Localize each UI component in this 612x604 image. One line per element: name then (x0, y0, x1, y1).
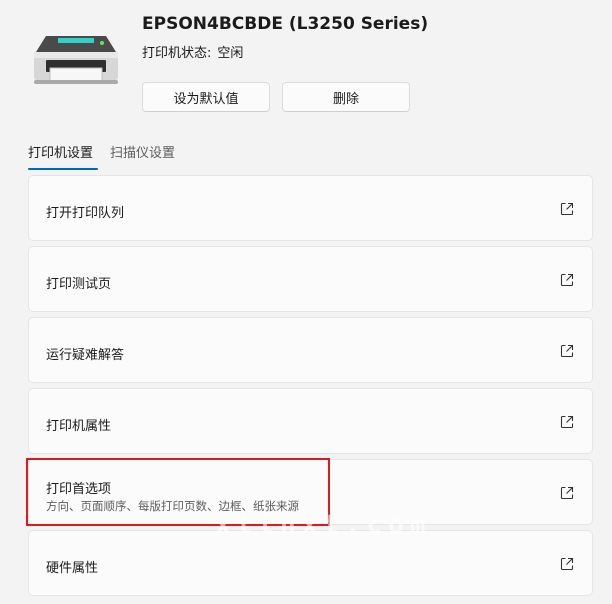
external-link-icon (560, 415, 574, 429)
setting-label: 打印首选项 (46, 482, 112, 497)
setting-print-test-page[interactable]: 打印测试页 (28, 246, 593, 312)
printer-name: EPSON4BCBDE (L3250 Series) (142, 14, 429, 34)
setting-label: 打印机属性 (46, 419, 112, 434)
setting-label: 打印测试页 (46, 277, 112, 292)
setting-run-troubleshooter[interactable]: 运行疑难解答 (28, 317, 593, 383)
remove-button[interactable]: 删除 (282, 82, 410, 112)
external-link-icon (560, 202, 574, 216)
printer-status-value: 空闲 (217, 46, 244, 61)
active-tab-indicator (28, 168, 98, 170)
tab-scanner-settings[interactable]: 扫描仪设置 (110, 142, 175, 161)
external-link-icon (560, 486, 574, 500)
watermark: xtlnxt.com (215, 510, 432, 540)
external-link-icon (560, 344, 574, 358)
printer-status-label: 打印机状态: (142, 46, 212, 61)
external-link-icon (560, 557, 574, 571)
setting-open-print-queue[interactable]: 打开打印队列 (28, 175, 593, 241)
setting-label: 运行疑难解答 (46, 348, 125, 363)
printer-icon (32, 30, 120, 88)
external-link-icon (560, 273, 574, 287)
printer-status: 打印机状态: 空闲 (142, 42, 243, 61)
set-default-button[interactable]: 设为默认值 (142, 82, 270, 112)
tab-printer-settings[interactable]: 打印机设置 (28, 142, 93, 161)
setting-label: 打开打印队列 (46, 206, 125, 221)
setting-printer-properties[interactable]: 打印机属性 (28, 388, 593, 454)
setting-label: 硬件属性 (46, 561, 99, 576)
